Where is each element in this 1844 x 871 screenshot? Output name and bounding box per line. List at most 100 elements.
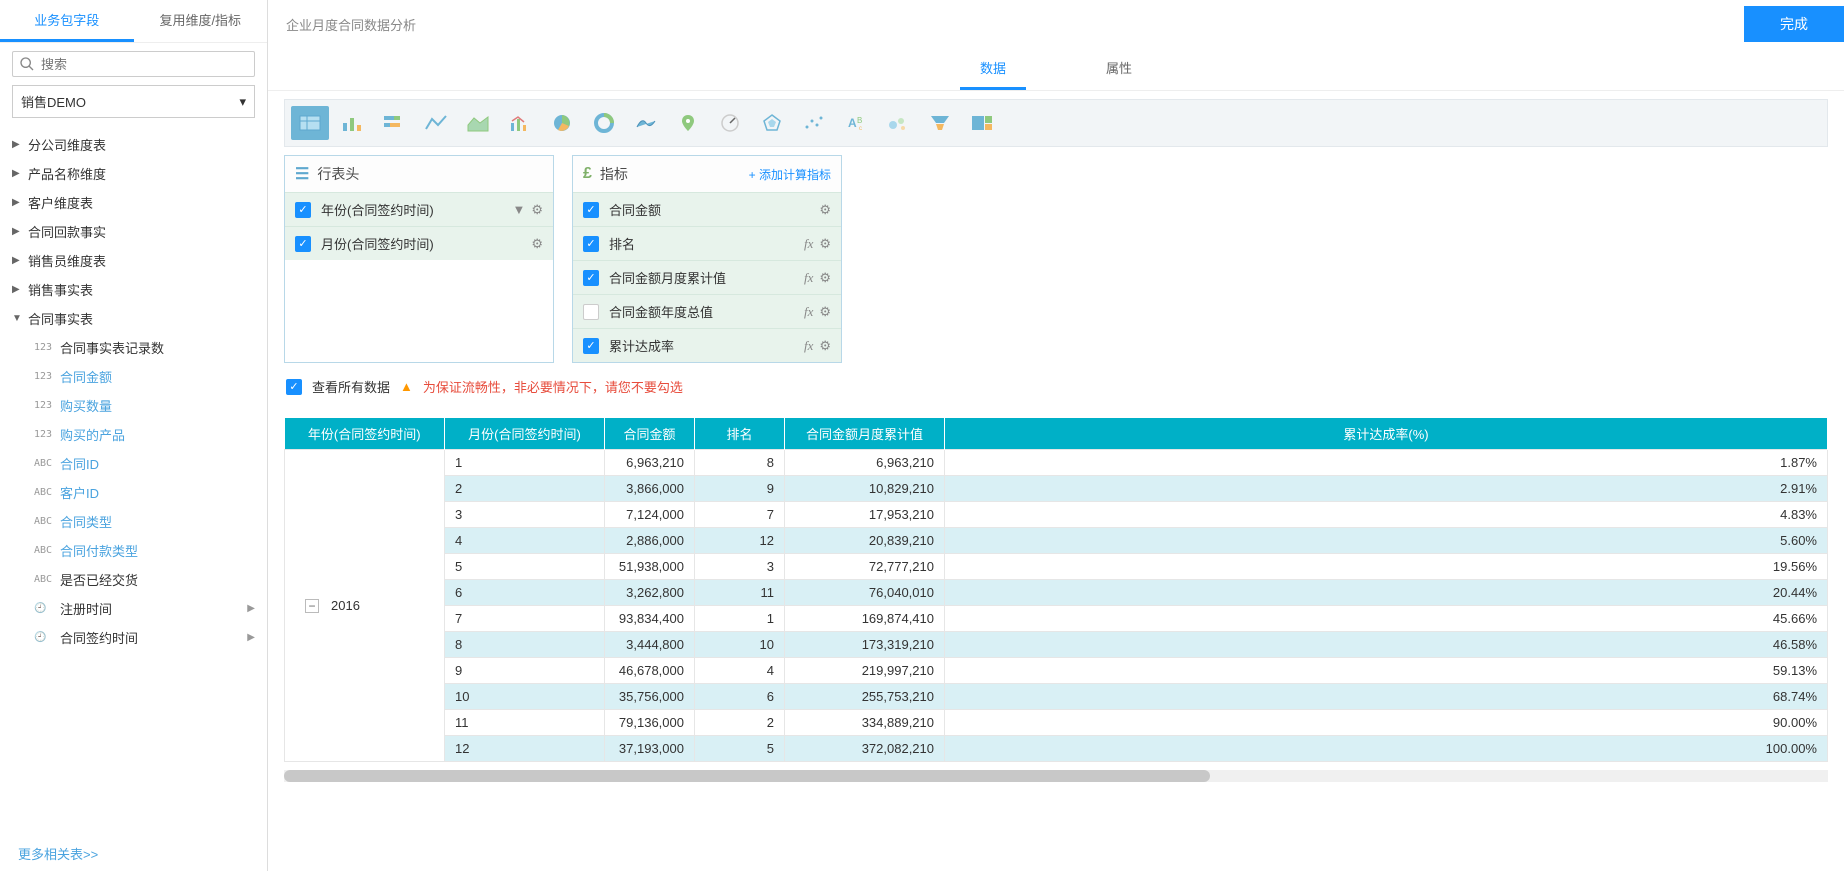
- tree-leaf[interactable]: ABC客户ID: [0, 478, 267, 507]
- chart-type-pie[interactable]: [543, 106, 581, 140]
- gear-icon[interactable]: ⚙: [531, 236, 543, 252]
- cell: 173,319,210: [785, 632, 945, 658]
- field-label: 合同付款类型: [60, 541, 138, 560]
- table-row: 946,678,0004219,997,21059.13%: [285, 658, 1828, 684]
- horizontal-scrollbar[interactable]: [284, 770, 1828, 782]
- column-header[interactable]: 合同金额月度累计值: [785, 418, 945, 450]
- checkbox[interactable]: ✓: [295, 236, 311, 252]
- cell: 19.56%: [945, 554, 1828, 580]
- chart-type-map[interactable]: [627, 106, 665, 140]
- chart-type-donut[interactable]: [585, 106, 623, 140]
- tree-leaf[interactable]: ABC合同类型: [0, 507, 267, 536]
- checkbox[interactable]: ✓: [583, 236, 599, 252]
- metric-item[interactable]: ✓排名fx⚙: [573, 226, 841, 260]
- tree-leaf[interactable]: ABC是否已经交货: [0, 565, 267, 594]
- column-header[interactable]: 累计达成率(%): [945, 418, 1828, 450]
- scrollbar-thumb[interactable]: [284, 770, 1210, 782]
- chart-type-word[interactable]: ABc: [837, 106, 875, 140]
- sidebar-tab-fields[interactable]: 业务包字段: [0, 0, 134, 42]
- tree-leaf[interactable]: 123合同金额: [0, 362, 267, 391]
- column-header[interactable]: 月份(合同签约时间): [445, 418, 605, 450]
- table-row: 793,834,4001169,874,41045.66%: [285, 606, 1828, 632]
- datasource-select[interactable]: 销售DEMO ▾: [12, 85, 255, 118]
- tree-leaf[interactable]: 🕘注册时间▶: [0, 594, 267, 623]
- table-row: 1035,756,0006255,753,21068.74%: [285, 684, 1828, 710]
- gear-icon[interactable]: ⚙: [819, 304, 831, 320]
- cell: 6,963,210: [605, 450, 695, 476]
- cell: 2: [445, 476, 605, 502]
- tree-leaf[interactable]: 123购买的产品: [0, 420, 267, 449]
- gear-icon[interactable]: ⚙: [819, 202, 831, 218]
- row-dimension-item[interactable]: ✓年份(合同签约时间)▼⚙: [285, 192, 553, 226]
- cell: 46.58%: [945, 632, 1828, 658]
- collapse-icon[interactable]: −: [305, 599, 319, 613]
- tree-leaf[interactable]: ABC合同付款类型: [0, 536, 267, 565]
- checkbox[interactable]: ✓: [295, 202, 311, 218]
- tree-node-label: 销售员维度表: [28, 251, 106, 270]
- checkbox[interactable]: ✓: [583, 338, 599, 354]
- row-dimension-item[interactable]: ✓月份(合同签约时间)⚙: [285, 226, 553, 260]
- gear-icon[interactable]: ⚙: [819, 338, 831, 354]
- filter-icon[interactable]: ▼: [512, 202, 525, 217]
- tab-attributes[interactable]: 属性: [1086, 48, 1152, 90]
- tree-node-label: 合同回款事实: [28, 222, 106, 241]
- done-button[interactable]: 完成: [1744, 6, 1844, 42]
- checkbox[interactable]: [583, 304, 599, 320]
- tree-node-label: 销售事实表: [28, 280, 93, 299]
- tree-node[interactable]: ▼合同事实表: [0, 304, 267, 333]
- chart-type-bubble[interactable]: [879, 106, 917, 140]
- chart-type-area[interactable]: [459, 106, 497, 140]
- chart-type-bar[interactable]: [333, 106, 371, 140]
- tree-leaf[interactable]: 123购买数量: [0, 391, 267, 420]
- tree-node[interactable]: ▶产品名称维度: [0, 159, 267, 188]
- list-icon: ☰: [295, 164, 309, 184]
- chart-type-point-map[interactable]: [669, 106, 707, 140]
- metric-item[interactable]: ✓合同金额⚙: [573, 192, 841, 226]
- chart-type-stacked-bar[interactable]: [375, 106, 413, 140]
- cell: 3: [695, 554, 785, 580]
- field-type-icon: ABC: [34, 458, 60, 469]
- tree-node[interactable]: ▶销售员维度表: [0, 246, 267, 275]
- search-box[interactable]: [12, 51, 255, 77]
- chart-type-scatter[interactable]: [795, 106, 833, 140]
- cell: 3: [445, 502, 605, 528]
- field-label: 购买数量: [60, 396, 112, 415]
- chart-type-combo[interactable]: [501, 106, 539, 140]
- checkbox[interactable]: ✓: [583, 270, 599, 286]
- tree-leaf[interactable]: 123合同事实表记录数: [0, 333, 267, 362]
- search-input[interactable]: [41, 57, 248, 72]
- view-all-checkbox[interactable]: ✓: [286, 379, 302, 395]
- checkbox[interactable]: ✓: [583, 202, 599, 218]
- field-type-icon: 🕘: [34, 603, 60, 614]
- column-header[interactable]: 排名: [695, 418, 785, 450]
- chart-type-table[interactable]: [291, 106, 329, 140]
- chart-type-gauge[interactable]: [711, 106, 749, 140]
- sidebar: 业务包字段 复用维度/指标 销售DEMO ▾ ▶分公司维度表▶产品名称维度▶客户…: [0, 0, 268, 871]
- more-tables-link[interactable]: 更多相关表>>: [0, 836, 267, 871]
- cell: 169,874,410: [785, 606, 945, 632]
- tree-node[interactable]: ▶客户维度表: [0, 188, 267, 217]
- gear-icon[interactable]: ⚙: [531, 202, 543, 218]
- tab-data[interactable]: 数据: [960, 48, 1026, 90]
- chart-type-funnel[interactable]: [921, 106, 959, 140]
- add-calc-metric-link[interactable]: + 添加计算指标: [749, 166, 831, 183]
- tree-leaf[interactable]: ABC合同ID: [0, 449, 267, 478]
- chart-type-radar[interactable]: [753, 106, 791, 140]
- tree-node[interactable]: ▶分公司维度表: [0, 130, 267, 159]
- gear-icon[interactable]: ⚙: [819, 236, 831, 252]
- tree-node[interactable]: ▶销售事实表: [0, 275, 267, 304]
- column-header[interactable]: 年份(合同签约时间): [285, 418, 445, 450]
- cell: 6: [695, 684, 785, 710]
- tree-node[interactable]: ▶合同回款事实: [0, 217, 267, 246]
- svg-text:A: A: [848, 116, 857, 130]
- sidebar-tab-reuse[interactable]: 复用维度/指标: [134, 0, 268, 42]
- metric-item[interactable]: 合同金额年度总值fx⚙: [573, 294, 841, 328]
- metric-item[interactable]: ✓累计达成率fx⚙: [573, 328, 841, 362]
- chart-type-line[interactable]: [417, 106, 455, 140]
- metric-item[interactable]: ✓合同金额月度累计值fx⚙: [573, 260, 841, 294]
- field-label: 合同金额: [60, 367, 112, 386]
- chart-type-treemap[interactable]: [963, 106, 1001, 140]
- gear-icon[interactable]: ⚙: [819, 270, 831, 286]
- column-header[interactable]: 合同金额: [605, 418, 695, 450]
- tree-leaf[interactable]: 🕘合同签约时间▶: [0, 623, 267, 652]
